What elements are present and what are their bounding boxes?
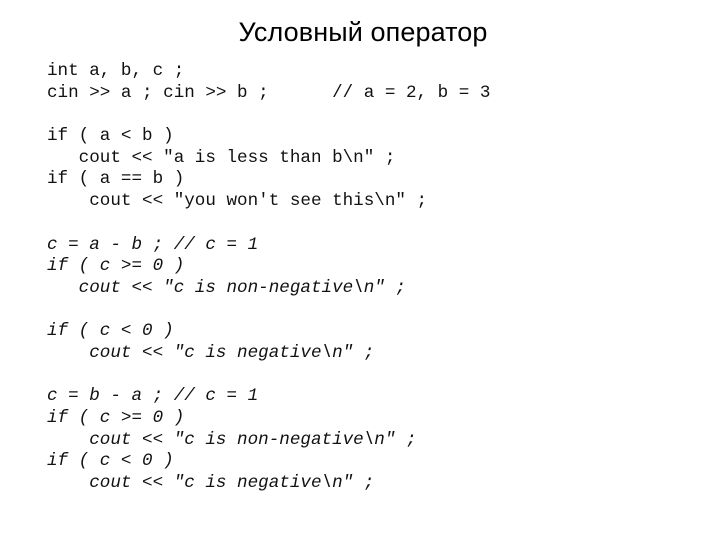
code-line-if-c-negative: if ( c < 0 )	[47, 451, 174, 472]
code-line-c-equals-b-minus-a: c = b - a ; // c = 1	[47, 386, 259, 407]
code-line-cout-nonneg: cout << "c is non-negative\n" ;	[47, 277, 406, 298]
code-line-input: cin >> a ; cin >> b ; // a = 2, b = 3	[47, 82, 491, 103]
code-line-cout-negative: cout << "c is negative\n" ;	[47, 342, 375, 363]
code-line-cout-less: cout << "a is less than b\n" ;	[47, 147, 396, 168]
code-line-cout-nonneg: cout << "c is non-negative\n" ;	[47, 429, 417, 450]
code-line-cout-negative: cout << "c is negative\n" ;	[47, 473, 375, 494]
code-line-c-equals-a-minus-b: c = a - b ; // c = 1	[47, 234, 259, 255]
code-line-if-c-nonneg: if ( c >= 0 )	[47, 408, 185, 428]
code-line-if-a-equals-b: if ( a == b )	[47, 169, 185, 190]
code-line-if-a-less-b: if ( a < b )	[47, 126, 174, 147]
code-block: int a, b, c ; cin >> a ; cin >> b ; // a…	[47, 61, 490, 495]
code-line-if-c-negative: if ( c < 0 )	[47, 321, 174, 342]
code-line-declaration: int a, b, c ;	[47, 61, 185, 81]
code-line-cout-wont-see: cout << "you won't see this\n" ;	[47, 191, 428, 212]
slide-title: Условный оператор	[238, 17, 488, 47]
code-line-if-c-nonneg: if ( c >= 0 )	[47, 256, 185, 277]
